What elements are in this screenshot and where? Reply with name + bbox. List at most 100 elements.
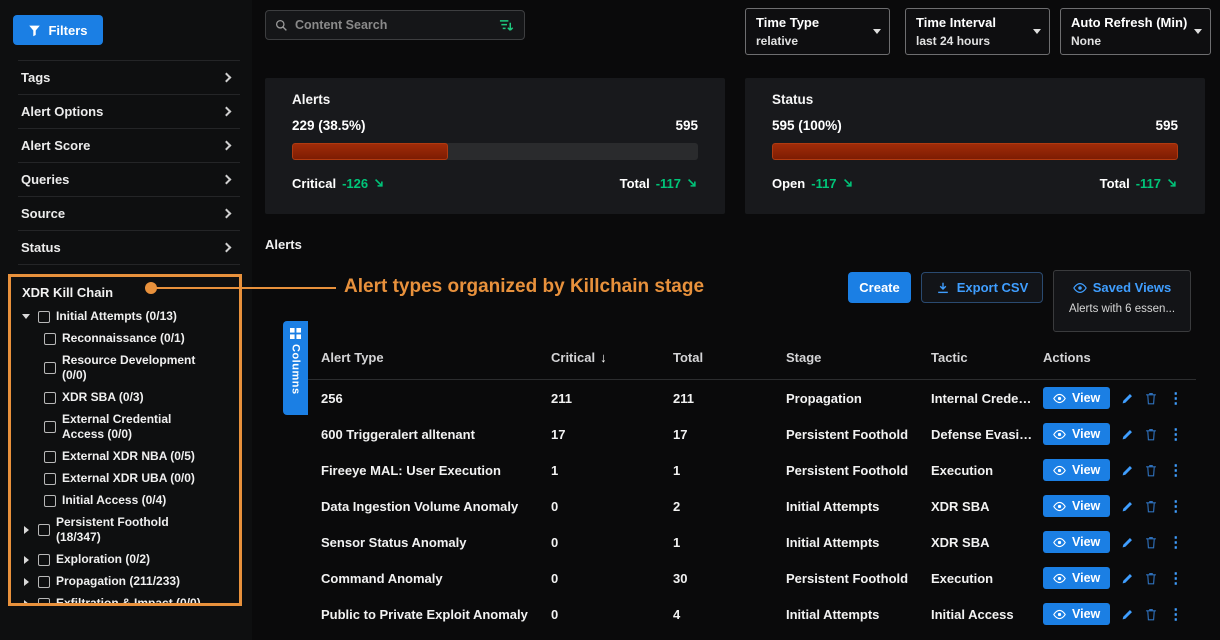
grid-icon xyxy=(290,328,301,339)
edit-icon[interactable] xyxy=(1121,536,1134,549)
cell-alert-type: 256 xyxy=(321,391,551,406)
tree-item-persistent-foothold[interactable]: Persistent Foothold (18/347) xyxy=(20,515,235,545)
trend-value: -117 xyxy=(1136,176,1161,191)
edit-icon[interactable] xyxy=(1121,608,1134,621)
checkbox[interactable] xyxy=(38,524,50,536)
caret-down-icon[interactable] xyxy=(20,314,32,319)
checkbox[interactable] xyxy=(44,421,56,433)
view-button[interactable]: View xyxy=(1043,603,1110,625)
more-options-icon[interactable]: ⋮ xyxy=(1168,499,1183,514)
checkbox[interactable] xyxy=(44,451,56,463)
view-button[interactable]: View xyxy=(1043,423,1110,445)
tree-item-external-xdr-uba[interactable]: External XDR UBA (0/0) xyxy=(44,471,235,486)
tree-item-exploration[interactable]: Exploration (0/2) xyxy=(20,552,235,567)
checkbox[interactable] xyxy=(38,311,50,323)
edit-icon[interactable] xyxy=(1121,572,1134,585)
content-search-input[interactable] xyxy=(295,18,491,32)
delete-icon[interactable] xyxy=(1145,428,1157,441)
advanced-filter-icon[interactable] xyxy=(498,18,515,33)
create-button[interactable]: Create xyxy=(848,272,911,303)
cell-actions: View ⋮ xyxy=(1043,603,1196,625)
checkbox[interactable] xyxy=(44,473,56,485)
edit-icon[interactable] xyxy=(1121,428,1134,441)
view-button[interactable]: View xyxy=(1043,567,1110,589)
time-interval-dropdown[interactable]: Time Interval last 24 hours xyxy=(905,8,1050,55)
header-alert-type[interactable]: Alert Type xyxy=(321,350,551,365)
checkbox[interactable] xyxy=(44,362,56,374)
eye-icon xyxy=(1053,465,1066,476)
trend-value: -117 xyxy=(656,176,681,191)
chevron-right-icon xyxy=(222,209,232,219)
filters-button-label: Filters xyxy=(48,23,87,38)
checkbox[interactable] xyxy=(44,495,56,507)
tree-item-initial-attempts[interactable]: Initial Attempts (0/13) xyxy=(20,309,235,324)
caret-right-icon[interactable] xyxy=(20,600,32,607)
tree-item-external-xdr-nba[interactable]: External XDR NBA (0/5) xyxy=(44,449,235,464)
export-csv-button[interactable]: Export CSV xyxy=(921,272,1043,303)
tree-item-xdr-sba[interactable]: XDR SBA (0/3) xyxy=(44,390,235,405)
trend-down-icon xyxy=(374,178,385,189)
more-options-icon[interactable]: ⋮ xyxy=(1168,607,1183,622)
delete-icon[interactable] xyxy=(1145,536,1157,549)
header-tactic[interactable]: Tactic xyxy=(931,350,1043,365)
saved-views-button[interactable]: Saved Views Alerts with 6 essen... xyxy=(1053,270,1191,332)
chevron-right-icon xyxy=(222,175,232,185)
more-options-icon[interactable]: ⋮ xyxy=(1168,427,1183,442)
trend-down-icon xyxy=(687,178,698,189)
more-options-icon[interactable]: ⋮ xyxy=(1168,571,1183,586)
caret-right-icon[interactable] xyxy=(20,556,32,564)
cell-critical: 211 xyxy=(551,391,673,406)
sidebar-item-source[interactable]: Source xyxy=(18,197,240,231)
more-options-icon[interactable]: ⋮ xyxy=(1168,535,1183,550)
delete-icon[interactable] xyxy=(1145,392,1157,405)
auto-refresh-dropdown[interactable]: Auto Refresh (Min) None xyxy=(1060,8,1211,55)
delete-icon[interactable] xyxy=(1145,464,1157,477)
checkbox[interactable] xyxy=(38,554,50,566)
checkbox[interactable] xyxy=(44,333,56,345)
caret-right-icon[interactable] xyxy=(20,578,32,586)
view-button[interactable]: View xyxy=(1043,459,1110,481)
sidebar-item-tags[interactable]: Tags xyxy=(18,61,240,95)
tree-item-propagation[interactable]: Propagation (211/233) xyxy=(20,574,235,589)
cell-tactic: Initial Access xyxy=(931,607,1043,622)
checkbox[interactable] xyxy=(38,576,50,588)
sidebar-item-status[interactable]: Status xyxy=(18,231,240,265)
tree-item-initial-access[interactable]: Initial Access (0/4) xyxy=(44,493,235,508)
table-row: Fireeye MAL: User Execution 1 1 Persiste… xyxy=(308,452,1196,488)
sidebar-item-queries[interactable]: Queries xyxy=(18,163,240,197)
delete-icon[interactable] xyxy=(1145,500,1157,513)
tree-item-resource-development[interactable]: Resource Development (0/0) xyxy=(44,353,235,383)
sidebar-item-label: Status xyxy=(21,240,61,255)
header-total[interactable]: Total xyxy=(673,350,786,365)
checkbox[interactable] xyxy=(38,598,50,607)
filters-button[interactable]: Filters xyxy=(13,15,103,45)
tree-item-reconnaissance[interactable]: Reconnaissance (0/1) xyxy=(44,331,235,346)
view-button[interactable]: View xyxy=(1043,495,1110,517)
delete-icon[interactable] xyxy=(1145,572,1157,585)
cell-stage: Initial Attempts xyxy=(786,535,931,550)
view-button[interactable]: View xyxy=(1043,531,1110,553)
more-options-icon[interactable]: ⋮ xyxy=(1168,463,1183,478)
columns-tab[interactable]: Columns xyxy=(283,321,308,415)
edit-icon[interactable] xyxy=(1121,464,1134,477)
card-right-value: 595 xyxy=(675,118,698,133)
tree-item-exfiltration-impact[interactable]: Exfiltration & Impact (0/0) xyxy=(20,596,235,606)
caret-right-icon[interactable] xyxy=(20,526,32,534)
dropdown-value: relative xyxy=(756,34,867,48)
sidebar-item-alert-score[interactable]: Alert Score xyxy=(18,129,240,163)
tree-item-external-credential-access[interactable]: External Credential Access (0/0) xyxy=(44,412,235,442)
saved-views-label: Saved Views xyxy=(1093,280,1172,295)
header-critical[interactable]: Critical↓ xyxy=(551,350,673,365)
cell-tactic: Execution xyxy=(931,463,1043,478)
cell-critical: 0 xyxy=(551,499,673,514)
header-stage[interactable]: Stage xyxy=(786,350,931,365)
table-row: Command Anomaly 0 30 Persistent Foothold… xyxy=(308,560,1196,596)
checkbox[interactable] xyxy=(44,392,56,404)
edit-icon[interactable] xyxy=(1121,500,1134,513)
edit-icon[interactable] xyxy=(1121,392,1134,405)
more-options-icon[interactable]: ⋮ xyxy=(1168,391,1183,406)
sidebar-item-alert-options[interactable]: Alert Options xyxy=(18,95,240,129)
time-type-dropdown[interactable]: Time Type relative xyxy=(745,8,890,55)
view-button[interactable]: View xyxy=(1043,387,1110,409)
delete-icon[interactable] xyxy=(1145,608,1157,621)
